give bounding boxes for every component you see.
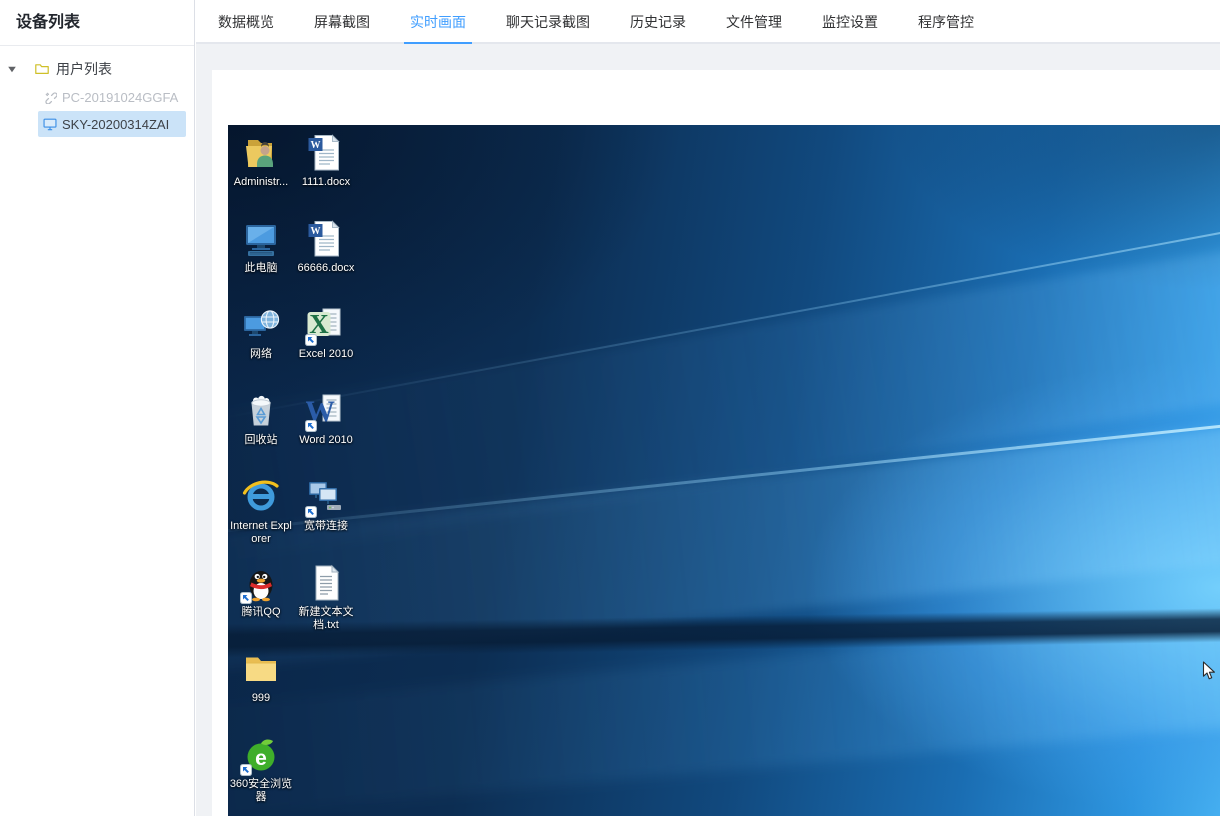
desktop-icon-label: 360安全浏览器 xyxy=(229,778,293,803)
tab-label: 文件管理 xyxy=(726,14,782,30)
word-doc-icon: W xyxy=(306,219,346,259)
word-doc-icon: W xyxy=(306,133,346,173)
tab-label: 程序管控 xyxy=(918,14,974,30)
desktop-icon-administrator-folder[interactable]: Administr... xyxy=(229,133,293,189)
wallpaper-beam-edge xyxy=(228,231,1220,419)
tab-program-control[interactable]: 程序管控 xyxy=(898,0,994,42)
wallpaper-beam-edge xyxy=(228,423,1220,533)
desktop-icon-label: 宽带连接 xyxy=(304,520,348,532)
network-icon xyxy=(241,305,281,345)
svg-text:W: W xyxy=(311,140,321,151)
folder-icon xyxy=(34,61,50,77)
shortcut-arrow-icon xyxy=(240,592,252,604)
desktop-icon-label: 腾讯QQ xyxy=(241,606,281,618)
tab-data-overview[interactable]: 数据概览 xyxy=(198,0,294,42)
mouse-cursor-icon xyxy=(1202,661,1216,686)
tab-label: 实时画面 xyxy=(410,14,466,30)
tab-chat-record-shots[interactable]: 聊天记录截图 xyxy=(486,0,610,42)
svg-text:W: W xyxy=(311,226,321,237)
tabs: 数据概览 屏幕截图 实时画面 聊天记录截图 历史记录 文件管理 监控设置 程序管控 xyxy=(198,0,994,44)
desktop-icon-label: Excel 2010 xyxy=(298,348,354,360)
svg-text:e: e xyxy=(255,747,267,770)
content-area: Administr... W 1111.docx 此电脑 W 66666.docx 网络 X E… xyxy=(196,46,1220,816)
desktop-icon-label: 66666.docx xyxy=(297,262,355,274)
excel-icon: X xyxy=(305,305,346,346)
tree-node-label: 用户列表 xyxy=(56,61,112,77)
tab-bar: 数据概览 屏幕截图 实时画面 聊天记录截图 历史记录 文件管理 监控设置 程序管控 xyxy=(196,0,1220,44)
text-doc-icon xyxy=(306,563,346,603)
tab-live-screen[interactable]: 实时画面 xyxy=(390,0,486,44)
tab-screen-shots[interactable]: 屏幕截图 xyxy=(294,0,390,42)
device-tree: 用户列表 PC-20191024GGFA SKY-20200314ZAI xyxy=(0,46,194,137)
desktop-icon-network[interactable]: 网络 xyxy=(229,305,293,361)
caret-down-icon[interactable] xyxy=(7,64,17,74)
desktop-icon-label: Administr... xyxy=(233,176,289,188)
browser-360-icon: e xyxy=(240,735,281,776)
folder-icon xyxy=(241,649,281,689)
desktop-icon-new-text-doc[interactable]: 新建文本文档.txt xyxy=(294,563,358,632)
desktop-icon-label: 网络 xyxy=(250,348,272,360)
content-card: Administr... W 1111.docx 此电脑 W 66666.docx 网络 X E… xyxy=(212,70,1220,816)
desktop-icon-label: 1111.docx xyxy=(301,176,351,188)
unlink-icon xyxy=(43,90,57,104)
wallpaper-beam xyxy=(228,245,1220,565)
sidebar: 设备列表 用户列表 PC-20191024GGFA SKY-20200314ZAI xyxy=(0,0,195,816)
device-item-pc-20191024ggfa[interactable]: PC-20191024GGFA xyxy=(38,84,186,110)
remote-desktop-view[interactable]: Administr... W 1111.docx 此电脑 W 66666.docx 网络 X E… xyxy=(228,125,1220,816)
word-icon: W xyxy=(305,391,346,432)
desktop-icon-this-pc[interactable]: 此电脑 xyxy=(229,219,293,275)
wallpaper-beam xyxy=(228,612,1220,816)
tab-monitor-settings[interactable]: 监控设置 xyxy=(802,0,898,42)
desktop-icon-label: 新建文本文档.txt xyxy=(298,606,354,631)
device-label: PC-20191024GGFA xyxy=(62,89,179,105)
monitor-icon xyxy=(43,117,57,131)
tree-node-user-list[interactable]: 用户列表 xyxy=(0,55,194,83)
tab-label: 数据概览 xyxy=(218,14,274,30)
tab-label: 聊天记录截图 xyxy=(506,14,590,30)
desktop-icon-66666-docx[interactable]: W 66666.docx xyxy=(294,219,358,275)
desktop-icon-word-2010[interactable]: W Word 2010 xyxy=(294,391,358,447)
ie-icon xyxy=(241,477,281,517)
this-pc-icon xyxy=(241,219,281,259)
qq-icon xyxy=(240,563,281,604)
sidebar-title: 设备列表 xyxy=(16,14,81,31)
desktop-icon-999-folder[interactable]: 999 xyxy=(229,649,293,705)
main-area: 数据概览 屏幕截图 实时画面 聊天记录截图 历史记录 文件管理 监控设置 程序管控 Admin… xyxy=(196,0,1220,816)
desktop-icon-label: 999 xyxy=(251,692,271,704)
shortcut-arrow-icon xyxy=(240,764,252,776)
desktop-icon-label: 回收站 xyxy=(244,434,278,446)
device-item-sky-20200314zai[interactable]: SKY-20200314ZAI xyxy=(38,111,186,137)
desktop-icon-label: 此电脑 xyxy=(244,262,278,274)
wallpaper-dark-band xyxy=(228,608,1220,658)
shortcut-arrow-icon xyxy=(305,506,317,518)
tab-file-manager[interactable]: 文件管理 xyxy=(706,0,802,42)
tab-label: 屏幕截图 xyxy=(314,14,370,30)
desktop-icon-internet-explorer[interactable]: Internet Explorer xyxy=(229,477,293,546)
desktop-icon-label: Internet Explorer xyxy=(230,520,292,545)
broadband-icon xyxy=(305,477,346,518)
app-root: 设备列表 用户列表 PC-20191024GGFA SKY-20200314ZAI… xyxy=(0,0,1220,816)
desktop-icon-excel-2010[interactable]: X Excel 2010 xyxy=(294,305,358,361)
tab-label: 监控设置 xyxy=(822,14,878,30)
desktop-icon-label: Word 2010 xyxy=(299,434,353,446)
device-label: SKY-20200314ZAI xyxy=(62,116,170,132)
active-tab-underline xyxy=(404,42,472,44)
tab-history[interactable]: 历史记录 xyxy=(610,0,706,42)
shortcut-arrow-icon xyxy=(305,334,317,346)
device-list: PC-20191024GGFA SKY-20200314ZAI xyxy=(0,84,194,137)
desktop-icon-360-browser[interactable]: e 360安全浏览器 xyxy=(229,735,293,804)
user-folder-icon xyxy=(241,133,281,173)
desktop-icon-1111-docx[interactable]: W 1111.docx xyxy=(294,133,358,189)
desktop-icon-tencent-qq[interactable]: 腾讯QQ xyxy=(229,563,293,619)
desktop-icon-recycle-bin[interactable]: 回收站 xyxy=(229,391,293,447)
wallpaper-beam xyxy=(228,423,1220,672)
shortcut-arrow-icon xyxy=(305,420,317,432)
tab-label: 历史记录 xyxy=(630,14,686,30)
desktop-icon-broadband-connection[interactable]: 宽带连接 xyxy=(294,477,358,533)
recycle-bin-icon xyxy=(241,391,281,431)
sidebar-header: 设备列表 xyxy=(0,0,194,46)
